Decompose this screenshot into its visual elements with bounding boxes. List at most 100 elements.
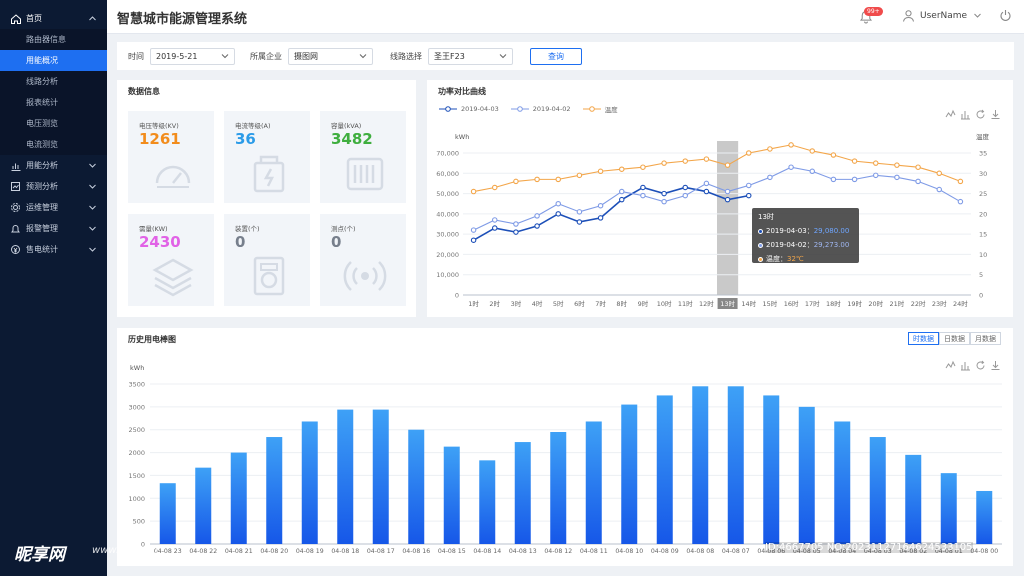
- data-point[interactable]: [597, 215, 604, 221]
- bar[interactable]: [337, 409, 354, 544]
- data-point[interactable]: [682, 158, 688, 164]
- data-point[interactable]: [640, 192, 646, 199]
- company-select[interactable]: 摄图网: [288, 47, 373, 65]
- bar[interactable]: [514, 442, 531, 544]
- data-point[interactable]: [576, 172, 583, 179]
- power-icon[interactable]: [999, 9, 1012, 22]
- bar[interactable]: [159, 483, 176, 544]
- sidebar-subitem[interactable]: 线路分析: [0, 71, 107, 92]
- data-point[interactable]: [830, 176, 837, 183]
- bar[interactable]: [621, 404, 638, 544]
- data-point[interactable]: [851, 176, 858, 183]
- data-point[interactable]: [534, 213, 540, 219]
- data-point[interactable]: [640, 164, 646, 170]
- data-point[interactable]: [470, 227, 477, 233]
- data-point[interactable]: [555, 176, 562, 183]
- data-point[interactable]: [619, 196, 625, 203]
- data-point[interactable]: [555, 211, 562, 217]
- bar[interactable]: [976, 490, 993, 544]
- data-point[interactable]: [555, 200, 562, 207]
- bar[interactable]: [301, 421, 318, 544]
- data-point[interactable]: [513, 221, 519, 227]
- sidebar-subitem[interactable]: 路由器信息: [0, 29, 107, 50]
- data-point[interactable]: [703, 180, 710, 187]
- bar[interactable]: [195, 467, 212, 544]
- data-point[interactable]: [597, 202, 604, 209]
- data-point[interactable]: [661, 198, 667, 205]
- data-point[interactable]: [619, 166, 625, 172]
- sidebar-item-home[interactable]: 首页: [0, 8, 107, 29]
- data-point[interactable]: [492, 225, 498, 231]
- user-menu[interactable]: UserName: [902, 9, 982, 22]
- data-point[interactable]: [788, 142, 794, 148]
- data-point[interactable]: [597, 168, 604, 175]
- data-point[interactable]: [576, 219, 583, 225]
- data-point[interactable]: [767, 174, 773, 181]
- data-point[interactable]: [661, 190, 667, 197]
- sidebar-subitem[interactable]: 报表统计: [0, 92, 107, 113]
- query-button[interactable]: 查询: [530, 47, 582, 65]
- data-point[interactable]: [470, 237, 477, 243]
- data-point[interactable]: [830, 152, 837, 158]
- data-point[interactable]: [534, 223, 540, 229]
- bar[interactable]: [727, 386, 744, 544]
- data-point[interactable]: [915, 178, 921, 185]
- data-point[interactable]: [894, 174, 900, 181]
- sidebar-subitem[interactable]: 电压测览: [0, 113, 107, 134]
- sidebar-subitem[interactable]: 用能概况: [0, 50, 107, 71]
- data-point[interactable]: [724, 188, 731, 195]
- data-point[interactable]: [936, 186, 942, 193]
- bar[interactable]: [869, 437, 886, 544]
- data-point[interactable]: [745, 182, 752, 189]
- data-point[interactable]: [724, 162, 731, 168]
- sidebar-item-coin[interactable]: 售电统计: [0, 239, 107, 260]
- bar[interactable]: [479, 460, 496, 544]
- data-point[interactable]: [915, 164, 921, 170]
- data-point[interactable]: [788, 164, 794, 170]
- data-point[interactable]: [809, 148, 815, 154]
- bar[interactable]: [372, 409, 389, 544]
- data-point[interactable]: [703, 156, 710, 162]
- bar[interactable]: [798, 406, 815, 544]
- data-point[interactable]: [576, 209, 583, 215]
- data-point[interactable]: [936, 170, 942, 177]
- sidebar-item-chart[interactable]: 用能分析: [0, 155, 107, 176]
- bar[interactable]: [656, 395, 673, 544]
- data-point[interactable]: [682, 184, 688, 191]
- data-point[interactable]: [872, 172, 879, 179]
- data-point[interactable]: [724, 196, 731, 203]
- data-point[interactable]: [894, 162, 900, 168]
- data-point[interactable]: [513, 178, 519, 185]
- data-point[interactable]: [492, 184, 498, 191]
- bar[interactable]: [550, 432, 567, 544]
- data-point[interactable]: [492, 217, 498, 223]
- data-point[interactable]: [809, 168, 815, 175]
- bar[interactable]: [763, 395, 780, 544]
- time-select[interactable]: 2019-5-21: [150, 47, 235, 65]
- bar[interactable]: [408, 429, 425, 544]
- data-point[interactable]: [470, 188, 477, 195]
- bar[interactable]: [266, 437, 283, 544]
- sidebar-item-alarm[interactable]: 报警管理: [0, 218, 107, 239]
- bar[interactable]: [692, 386, 709, 544]
- data-point[interactable]: [640, 184, 646, 191]
- data-point[interactable]: [745, 192, 752, 199]
- data-point[interactable]: [703, 188, 710, 195]
- bar[interactable]: [585, 421, 602, 544]
- sidebar-item-forecast[interactable]: 预测分析: [0, 176, 107, 197]
- bar[interactable]: [905, 454, 922, 544]
- sidebar-subitem[interactable]: 电流测览: [0, 134, 107, 155]
- data-point[interactable]: [661, 160, 667, 166]
- data-point[interactable]: [682, 192, 688, 199]
- sidebar-item-gear[interactable]: 运维管理: [0, 197, 107, 218]
- bar[interactable]: [230, 452, 247, 544]
- line-select[interactable]: 圣王F23: [428, 47, 513, 65]
- bar[interactable]: [443, 446, 460, 544]
- data-point[interactable]: [767, 146, 773, 152]
- data-point[interactable]: [957, 178, 964, 185]
- data-point[interactable]: [619, 188, 625, 195]
- data-point[interactable]: [957, 198, 964, 205]
- bar[interactable]: [834, 421, 851, 544]
- data-point[interactable]: [534, 176, 540, 183]
- data-point[interactable]: [745, 150, 752, 156]
